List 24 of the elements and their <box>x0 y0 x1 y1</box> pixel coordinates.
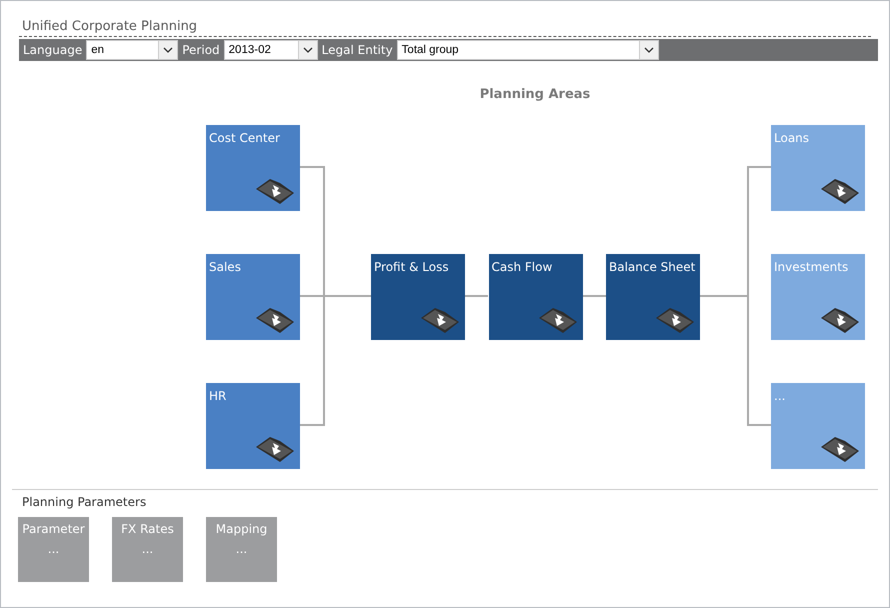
filter-label: Language <box>19 39 86 61</box>
filter-dropdown[interactable]: Total group <box>396 40 659 60</box>
planning-area-tile[interactable]: Sales <box>206 254 300 340</box>
chevron-down-icon <box>163 47 174 53</box>
filter-label: Period <box>178 39 224 61</box>
filter-label: Legal Entity <box>318 39 397 61</box>
window-title: Unified Corporate Planning <box>19 19 871 37</box>
chevron-down-icon <box>302 47 313 53</box>
filter-dropdown[interactable]: 2013-02 <box>224 40 318 60</box>
planning-area-tile[interactable]: Loans <box>771 125 865 211</box>
parameter-tile[interactable]: Parameter ... <box>18 517 89 582</box>
planning-area-tile[interactable]: HR <box>206 383 300 469</box>
parameter-tile[interactable]: Mapping ... <box>206 517 277 582</box>
filter-dropdown[interactable]: en <box>86 40 178 60</box>
section-title: Planning Parameters <box>22 495 148 509</box>
planning-area-tile[interactable]: Cash Flow <box>488 254 582 340</box>
planning-area-tile[interactable]: Cost Center <box>206 125 300 211</box>
planning-area-tile[interactable]: ... <box>771 383 865 469</box>
parameter-tile[interactable]: FX Rates ... <box>112 517 183 582</box>
planning-area-tile[interactable]: Profit & Loss <box>371 254 465 340</box>
planning-area-tile[interactable]: Balance Sheet <box>606 254 700 340</box>
section-title: Planning Areas <box>478 87 592 102</box>
planning-area-tile[interactable]: Investments <box>771 254 865 340</box>
chevron-down-icon <box>644 47 654 53</box>
